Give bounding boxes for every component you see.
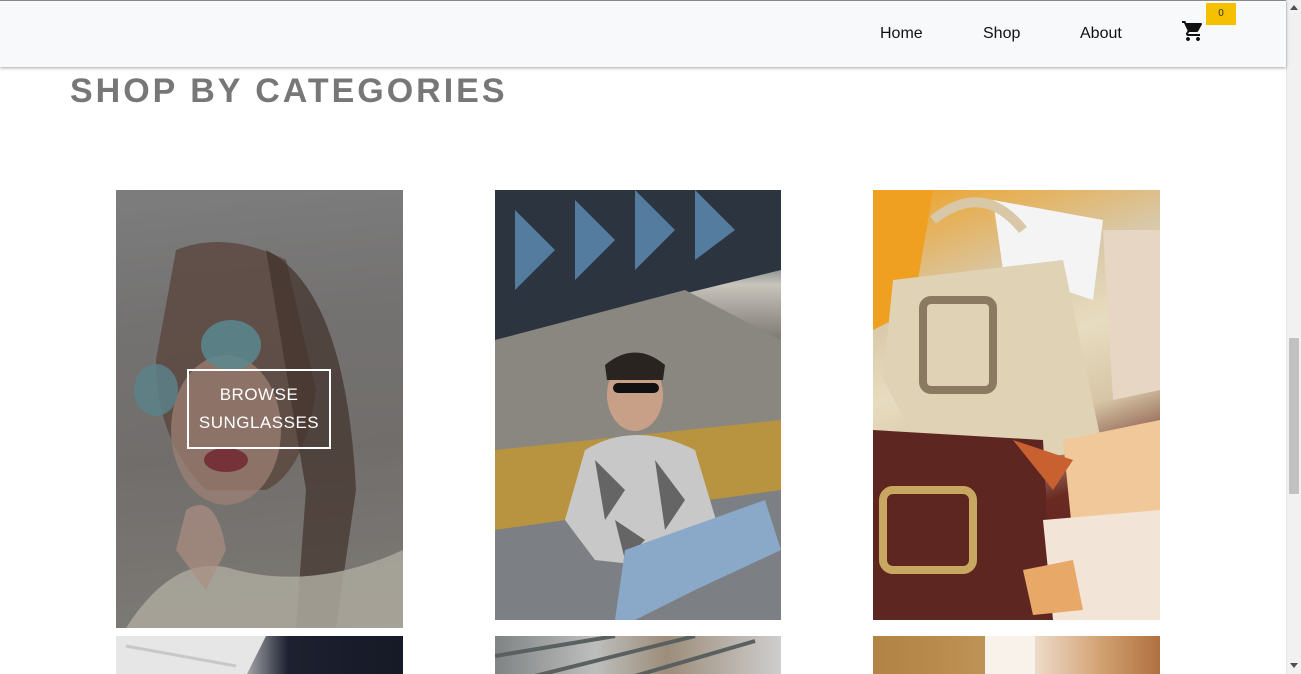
category-card-sunglasses[interactable]: BROWSE SUNGLASSES bbox=[116, 190, 403, 628]
browse-sunglasses-button[interactable]: BROWSE SUNGLASSES bbox=[187, 369, 331, 449]
category-photo-4 bbox=[116, 636, 266, 674]
category-photo-handbags bbox=[873, 190, 1160, 620]
scroll-down-arrow-icon[interactable] bbox=[1290, 663, 1298, 668]
cart-count-badge: 0 bbox=[1206, 3, 1236, 25]
nav-link-home[interactable]: Home bbox=[880, 25, 923, 43]
category-card-4[interactable] bbox=[116, 636, 403, 674]
shopping-cart-icon[interactable] bbox=[1181, 19, 1205, 43]
top-navbar: Home Shop About 0 bbox=[0, 0, 1286, 67]
scrollbar-thumb[interactable] bbox=[1289, 338, 1299, 494]
nav-link-shop[interactable]: Shop bbox=[983, 25, 1020, 43]
nav-link-about[interactable]: About bbox=[1080, 25, 1122, 43]
page-scrollbar[interactable] bbox=[1286, 0, 1301, 674]
category-photo-6 bbox=[873, 636, 1035, 674]
browse-label-line1: BROWSE bbox=[219, 385, 299, 404]
browse-label-line2: SUNGLASSES bbox=[198, 413, 320, 432]
scroll-up-arrow-icon[interactable] bbox=[1290, 5, 1298, 10]
category-card-6[interactable] bbox=[873, 636, 1160, 674]
category-photo-man-sunglasses bbox=[495, 190, 781, 620]
category-card-handbags[interactable] bbox=[873, 190, 1160, 620]
page-title: SHOP BY CATEGORIES bbox=[70, 72, 508, 110]
category-card-men[interactable] bbox=[495, 190, 781, 620]
category-card-5[interactable] bbox=[495, 636, 781, 674]
category-photo-5 bbox=[495, 636, 781, 674]
